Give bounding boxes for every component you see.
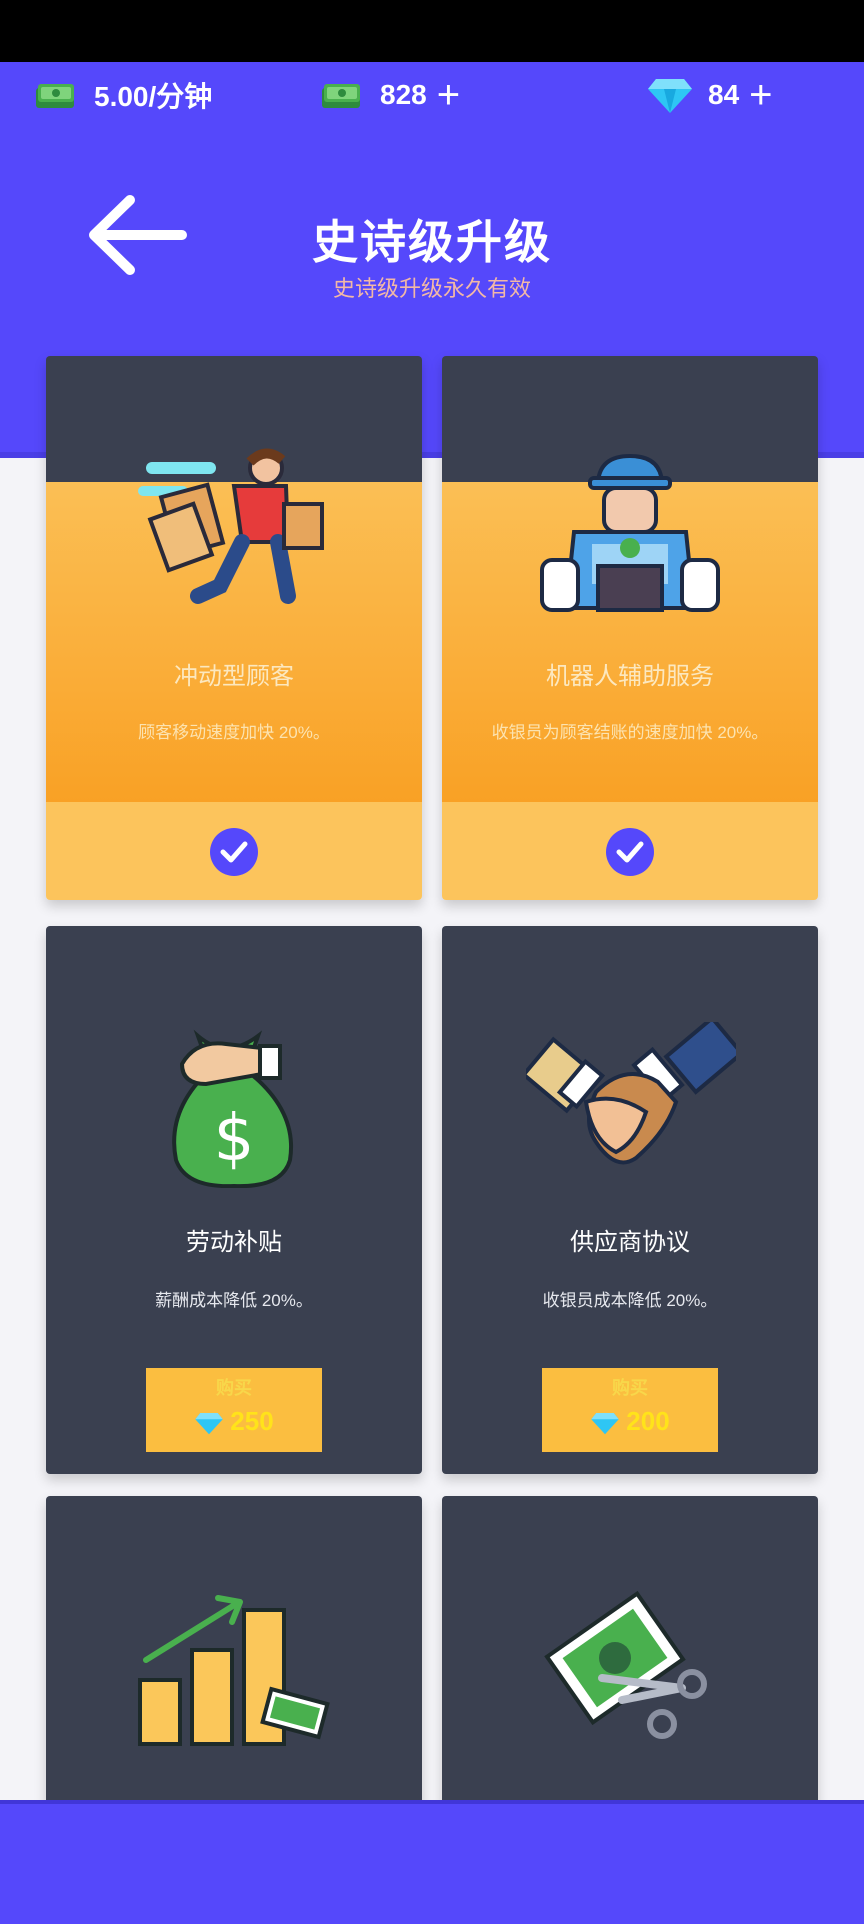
bottom-nav-bar xyxy=(0,1800,864,1924)
card-description: 顾客移动速度加快 20%。 xyxy=(138,723,330,742)
upgrade-card-supplier-agreement: 供应商协议 收银员成本降低 20%。 购买 200 xyxy=(442,926,818,1474)
upgrade-card-impulse-customer: 冲动型顾客 顾客移动速度加快 20%。 xyxy=(46,356,422,900)
growth-chart-icon xyxy=(138,1595,330,1746)
svg-text:$: $ xyxy=(214,1102,255,1176)
money-bag-icon: $ xyxy=(172,1029,293,1188)
page-subtitle: 史诗级升级永久有效 xyxy=(332,276,531,301)
income-rate-value: 5.00/分钟 xyxy=(94,81,213,112)
price-value: 250 xyxy=(230,1406,274,1436)
upgrade-card-labor-subsidy: $ 劳动补贴 薪酬成本降低 20%。 购买 250 xyxy=(46,926,422,1474)
income-rate: 5.00/分钟 xyxy=(34,70,212,120)
card-title: 供应商协议 xyxy=(570,1229,690,1256)
upgrade-card-cost-cut xyxy=(442,1496,818,1816)
cut-bill-icon xyxy=(544,1590,707,1739)
card-description: 收银员成本降低 20%。 xyxy=(542,1291,718,1310)
diamond-icon xyxy=(195,1413,224,1435)
cash-stack-icon xyxy=(322,84,360,108)
cash-value: 828 xyxy=(380,79,427,110)
card-title: 劳动补贴 xyxy=(186,1229,282,1256)
card-description: 薪酬成本降低 20%。 xyxy=(155,1291,313,1310)
upgrade-card-growth xyxy=(46,1496,422,1816)
price-value: 200 xyxy=(626,1406,670,1436)
gem-value: 84 xyxy=(708,79,740,110)
diamond-icon xyxy=(591,1413,620,1435)
status-bar xyxy=(0,0,864,62)
check-icon xyxy=(616,841,644,863)
buy-price: 250 xyxy=(146,1406,322,1437)
buy-button[interactable]: 购买 200 xyxy=(542,1368,718,1452)
handshake-icon xyxy=(526,1022,736,1165)
gem-counter: 84 + xyxy=(646,70,773,120)
cash-counter: 828 + xyxy=(320,70,460,120)
add-gems-button[interactable]: + xyxy=(749,75,772,115)
buy-price: 200 xyxy=(542,1406,718,1437)
buy-button-label: 购买 xyxy=(216,1378,252,1398)
upgrade-card-robot-service: 机器人辅助服务 收银员为顾客结账的速度加快 20%。 xyxy=(442,356,818,900)
robot-cashier-icon xyxy=(540,453,720,612)
page-title: 史诗级升级 xyxy=(312,216,552,268)
cash-stack-icon xyxy=(36,84,74,108)
card-title: 冲动型顾客 xyxy=(174,663,294,690)
diamond-icon xyxy=(648,79,692,113)
buy-button[interactable]: 购买 250 xyxy=(146,1368,322,1452)
add-cash-button[interactable]: + xyxy=(437,75,460,115)
check-icon xyxy=(220,841,248,863)
card-title: 机器人辅助服务 xyxy=(546,663,714,690)
resource-bar: 5.00/分钟 828 + 84 + xyxy=(0,70,864,120)
owned-badge xyxy=(210,828,258,876)
running-customer-icon xyxy=(138,448,324,604)
buy-button-label: 购买 xyxy=(612,1378,648,1398)
card-description: 收银员为顾客结账的速度加快 20%。 xyxy=(491,723,769,742)
owned-badge xyxy=(606,828,654,876)
